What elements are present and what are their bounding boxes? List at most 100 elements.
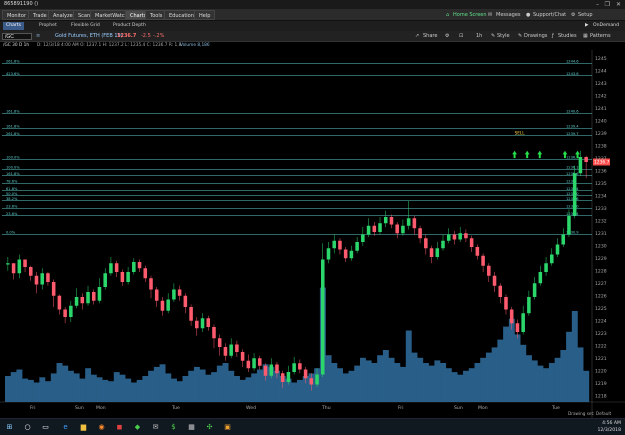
- volume-bar: [503, 326, 510, 402]
- y-tick-label: 1224: [595, 318, 607, 324]
- volume-bar: [182, 376, 189, 402]
- menu-icon[interactable]: ≡: [36, 31, 40, 42]
- close-button[interactable]: ✕: [616, 0, 621, 9]
- volume-bar: [251, 373, 258, 402]
- candle-body: [11, 263, 16, 274]
- mail-icon[interactable]: ✉: [150, 422, 161, 433]
- studies-button[interactable]: Studies: [558, 31, 577, 42]
- volume-bar: [50, 373, 57, 402]
- candle-body: [189, 307, 193, 321]
- volume-bar: [136, 379, 143, 402]
- candle-body: [401, 225, 405, 234]
- quote-change-pct: -.2%: [153, 33, 165, 39]
- drawing-set-label: Drawing set: Default: [568, 411, 612, 416]
- volume-bar: [22, 378, 29, 402]
- lock-icon[interactable]: ⊡: [459, 31, 463, 42]
- support-chat-link[interactable]: Support/Chat: [533, 9, 566, 21]
- candle-body: [572, 173, 577, 216]
- candle-body: [120, 272, 125, 282]
- candle-body: [452, 234, 457, 240]
- task-view-icon[interactable]: ▭: [40, 422, 51, 433]
- subtab-product-depth[interactable]: Product Depth: [110, 22, 149, 30]
- fib-level-label: 100.0%: [6, 156, 20, 160]
- symbol-input[interactable]: [2, 33, 32, 40]
- style-button[interactable]: Style: [497, 31, 510, 42]
- main-menu: Monitor Trade Analyze Scan MarketWatch C…: [0, 9, 625, 21]
- firefox-icon[interactable]: ◉: [96, 422, 107, 433]
- share-button[interactable]: Share: [423, 31, 437, 42]
- volume-bar: [79, 378, 86, 402]
- ondemand-link[interactable]: OnDemand: [590, 22, 622, 30]
- volume-bar: [142, 376, 149, 402]
- mail-icon[interactable]: ✉: [488, 9, 492, 21]
- subtab-flexible-grid[interactable]: Flexible Grid: [68, 22, 103, 30]
- candle-body: [544, 263, 548, 272]
- minimize-button[interactable]: –: [596, 0, 599, 9]
- fib-price-label: 1239.4: [566, 124, 579, 128]
- menu-help[interactable]: Help: [194, 10, 216, 20]
- fib-price-label: 1234.0: [566, 192, 579, 196]
- volume-bar: [291, 382, 298, 402]
- setup-link[interactable]: Setup: [578, 9, 593, 21]
- drawings-button[interactable]: Drawings: [524, 31, 547, 42]
- volume-bar: [27, 379, 34, 402]
- patterns-button[interactable]: Patterns: [590, 31, 611, 42]
- search-icon[interactable]: ○: [22, 422, 33, 433]
- candle-body: [389, 217, 394, 225]
- fib-price-label: 1243.6: [566, 72, 579, 76]
- chat-icon[interactable]: ●: [526, 9, 530, 21]
- candle-body: [166, 299, 170, 311]
- subtab-charts[interactable]: Charts: [3, 22, 25, 30]
- fib-level-label: 100.0%: [6, 166, 20, 170]
- volume-bar: [537, 365, 544, 402]
- volume-bar: [67, 370, 74, 402]
- gear-icon[interactable]: ⚙: [445, 31, 449, 42]
- volume-bar: [457, 374, 464, 402]
- home-icon[interactable]: ⌂: [446, 9, 449, 21]
- share-icon[interactable]: ↗: [415, 31, 419, 42]
- volume-bar: [325, 355, 332, 402]
- y-tick-label: 1225: [595, 306, 607, 312]
- candle-body: [177, 289, 182, 296]
- volume-bar: [468, 368, 475, 402]
- fib-price-label: 1234.4: [566, 187, 579, 191]
- office-icon[interactable]: ◼: [114, 422, 125, 433]
- candle-body: [378, 223, 382, 232]
- x-tick-label: Tue: [551, 405, 560, 411]
- subtab-prophet[interactable]: Prophet: [36, 22, 60, 30]
- symbol-timeframe: /GC 30 D 1h: [3, 43, 30, 48]
- candle-body: [578, 157, 583, 174]
- edge-browser-icon[interactable]: e: [60, 422, 71, 433]
- gear-icon[interactable]: ⚙: [571, 9, 575, 21]
- patterns-icon[interactable]: ▦: [583, 31, 588, 42]
- y-tick-label: 1228: [595, 268, 607, 274]
- app-icon[interactable]: ▣: [222, 422, 233, 433]
- menu-monitor[interactable]: Monitor: [2, 10, 32, 20]
- maximize-button[interactable]: ❐: [605, 0, 610, 9]
- aggregation-button[interactable]: 1h: [476, 31, 482, 42]
- messages-link[interactable]: Messages: [496, 9, 521, 21]
- candle-body: [412, 218, 417, 229]
- money-icon[interactable]: $: [168, 422, 179, 433]
- volume-bar: [474, 363, 481, 402]
- studies-icon[interactable]: ƒ: [552, 31, 554, 42]
- drawings-icon[interactable]: ✎: [518, 31, 522, 42]
- candle-body: [492, 275, 497, 286]
- calculator-icon[interactable]: ▦: [186, 422, 197, 433]
- style-icon[interactable]: ✎: [491, 31, 495, 42]
- thinkorswim-icon[interactable]: ✣: [204, 422, 215, 433]
- windows-start-icon[interactable]: ⊞: [4, 422, 15, 433]
- volume-bar: [188, 370, 195, 402]
- candle-body: [332, 240, 336, 249]
- candle-body: [498, 285, 503, 297]
- volume-bar: [554, 357, 561, 402]
- fib-level-label: 38.2%: [6, 197, 18, 201]
- file-explorer-icon[interactable]: ▆: [78, 422, 89, 433]
- volume-bar: [480, 357, 487, 402]
- volume-bar: [130, 382, 137, 402]
- home-screen-link[interactable]: Home Screen: [453, 9, 487, 21]
- app-icon[interactable]: ◆: [132, 422, 143, 433]
- price-chart[interactable]: 261.8% 1244.6 423.6% 1243.6 161.8% 1240.6 161.…: [0, 50, 625, 418]
- candle-body: [252, 358, 256, 369]
- candle-body: [383, 217, 388, 224]
